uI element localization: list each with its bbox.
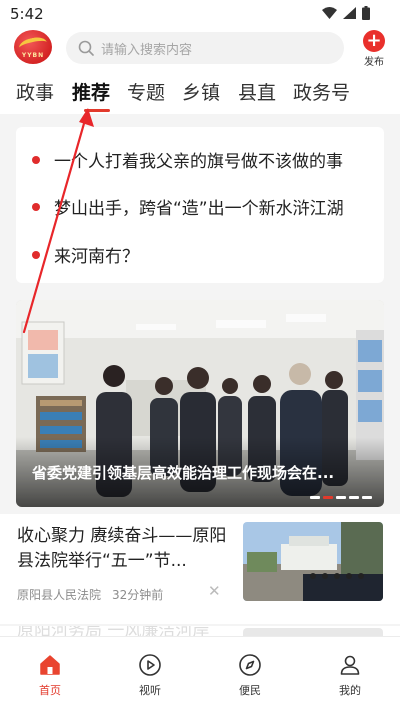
nav-media[interactable]: 视听: [100, 637, 200, 707]
publish-label: 发布: [364, 57, 384, 68]
news-source: 原阳县人民法院: [17, 588, 102, 602]
status-time: 5:42: [10, 5, 44, 23]
status-icons: [322, 6, 370, 20]
nav-label: 我的: [339, 684, 361, 697]
headline-item[interactable]: 梦山出手，跨省“造”出一个新水浒江湖: [32, 194, 344, 219]
compass-icon: [239, 654, 261, 676]
nav-home[interactable]: 首页: [0, 637, 100, 707]
news-time: 32分钟前: [112, 588, 164, 602]
status-bar: 5:42: [0, 0, 400, 28]
feed: 一个人打着我父亲的旗号做不该做的事 梦山出手，跨省“造”出一个新水浒江湖 来河南…: [0, 114, 400, 636]
bullet-dot-icon: [32, 155, 40, 164]
tab-recommended[interactable]: 推荐: [72, 78, 110, 105]
play-icon: [139, 654, 161, 676]
plus-icon: +: [363, 30, 385, 52]
carousel-dot: [362, 496, 372, 499]
app-header: YYBN 请输入搜索内容 + 发布: [0, 28, 400, 68]
search-bar[interactable]: 请输入搜索内容: [66, 32, 344, 64]
bullet-dot-icon: [32, 202, 40, 211]
search-placeholder: 请输入搜索内容: [101, 42, 193, 58]
carousel-dot-active: [323, 496, 333, 499]
dismiss-icon[interactable]: ✕: [208, 582, 221, 600]
nav-profile[interactable]: 我的: [300, 637, 400, 707]
headline-item[interactable]: 来河南冇？: [32, 242, 139, 267]
logo-text: YYBN: [21, 52, 45, 59]
nav-label: 首页: [39, 684, 61, 697]
signal-icon: [343, 7, 356, 19]
headline-text: 来河南冇？: [54, 247, 139, 267]
battery-icon: [362, 6, 370, 20]
carousel-dot: [310, 496, 320, 499]
bottom-navigation: 首页 视听 便民 我的: [0, 636, 400, 711]
tab-politics[interactable]: 政事: [16, 78, 54, 105]
banner-carousel[interactable]: 省委党建引领基层高效能治理工作现场会在...: [16, 300, 384, 507]
headline-text: 一个人打着我父亲的旗号做不该做的事: [54, 152, 343, 172]
wifi-icon: [322, 7, 337, 19]
news-title: 原阳河务局 一风廉洁河岸: [17, 626, 210, 636]
carousel-dot: [336, 496, 346, 499]
publish-button[interactable]: + 发布: [360, 30, 388, 68]
nav-label: 便民: [239, 684, 261, 697]
tab-townships[interactable]: 乡镇: [182, 78, 220, 105]
tab-gov-accounts[interactable]: 政务号: [293, 78, 350, 105]
bullet-dot-icon: [32, 250, 40, 259]
home-icon: [40, 655, 60, 675]
news-list-item[interactable]: 收心聚力 赓续奋斗——原阳县法院举行“五一”节... 原阳县人民法院 32分钟前…: [0, 514, 400, 624]
carousel-dot: [349, 496, 359, 499]
carousel-indicator: [310, 496, 372, 499]
news-list-item[interactable]: 原阳河务局 一风廉洁河岸: [0, 626, 400, 636]
headline-item[interactable]: 一个人打着我父亲的旗号做不该做的事: [32, 147, 343, 172]
nav-services[interactable]: 便民: [200, 637, 300, 707]
tab-county-departments[interactable]: 县直: [238, 78, 276, 105]
active-tab-indicator: [84, 109, 110, 112]
tab-topics[interactable]: 专题: [127, 78, 165, 105]
news-thumbnail: [243, 628, 383, 636]
app-logo[interactable]: YYBN: [14, 30, 52, 64]
user-icon: [340, 655, 360, 675]
headline-text: 梦山出手，跨省“造”出一个新水浒江湖: [54, 199, 344, 219]
banner-caption: 省委党建引领基层高效能治理工作现场会在...: [32, 464, 335, 482]
news-thumbnail: [243, 522, 383, 601]
channel-tabs: 政事 推荐 专题 乡镇 县直 政务号: [0, 68, 400, 114]
search-icon: [78, 40, 94, 56]
headline-card: 一个人打着我父亲的旗号做不该做的事 梦山出手，跨省“造”出一个新水浒江湖 来河南…: [16, 127, 384, 283]
news-title: 收心聚力 赓续奋斗——原阳县法院举行“五一”节...: [17, 526, 227, 571]
nav-label: 视听: [139, 684, 161, 697]
